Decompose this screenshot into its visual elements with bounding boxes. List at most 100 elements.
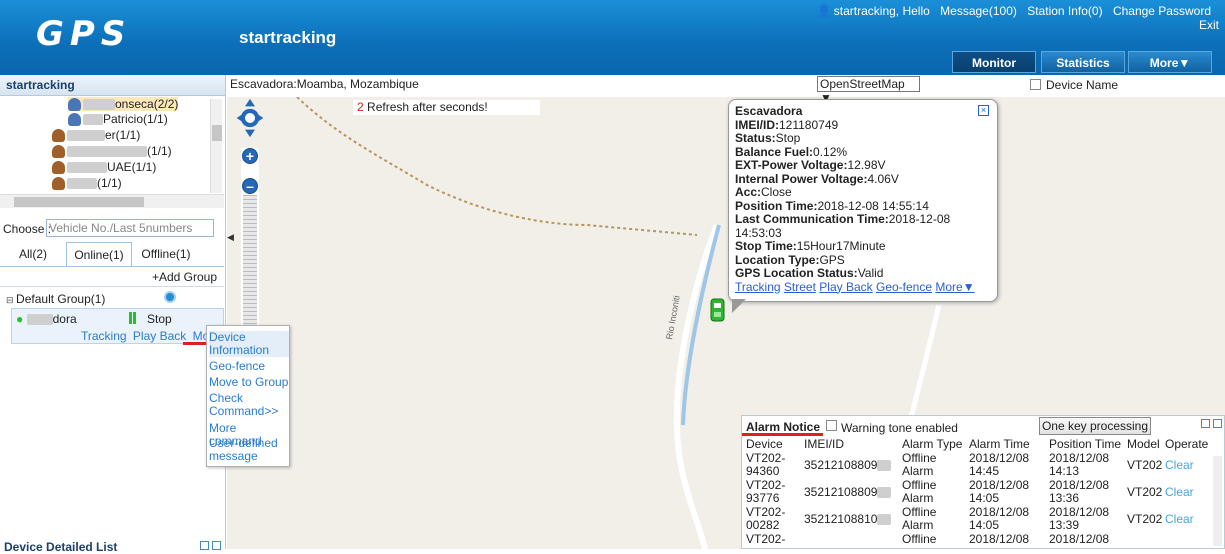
tab-statistics[interactable]: Statistics <box>1041 51 1125 73</box>
dirt-track <box>296 96 698 236</box>
zoom-in-icon[interactable]: + <box>242 148 258 164</box>
map-source-select[interactable]: OpenStreetMap ▼ <box>817 76 920 105</box>
refresh-icon[interactable] <box>164 291 176 303</box>
blurred-text <box>83 114 103 126</box>
device-links: Tracking Play Back More <box>81 329 223 343</box>
group-icon <box>52 129 65 143</box>
street-link[interactable]: Street <box>784 280 816 294</box>
menu-item-user-defined-message[interactable]: User-defined message <box>209 437 287 463</box>
one-key-processing-button[interactable]: One key processing <box>1039 417 1151 435</box>
info-row: Balance Fuel:0.12% <box>735 144 848 159</box>
warning-tone-label: Warning tone enabled <box>841 421 958 435</box>
pan-control-icon[interactable] <box>235 98 265 138</box>
person-icon: ● <box>16 312 24 326</box>
tree-node[interactable]: Patricio(1/1) <box>68 112 168 127</box>
tree-node[interactable]: er(1/1) <box>52 128 140 143</box>
info-row: Status:Stop <box>735 131 801 145</box>
alarm-scrollbar[interactable] <box>1213 456 1222 546</box>
info-title: Escavadora <box>735 104 803 118</box>
vehicle-marker-icon[interactable] <box>710 297 725 323</box>
default-group[interactable]: ⊟ Default Group(1) <box>6 292 105 306</box>
clear-link[interactable]: Clear <box>1165 452 1216 479</box>
device-row[interactable]: ● dora Stop Tracking Play Back More <box>11 308 224 344</box>
table-row: VT202-93776 35212108809 Offline Alarm 2018/… <box>746 479 1216 506</box>
blurred-text <box>26 314 53 326</box>
red-underline <box>183 342 208 345</box>
tab-all[interactable]: All(2) <box>8 242 58 266</box>
tree-node[interactable]: (1/1) <box>52 176 122 191</box>
tracking-link[interactable]: Tracking <box>81 329 127 343</box>
tracking-link[interactable]: Tracking <box>735 280 781 294</box>
geofence-link[interactable]: Geo-fence <box>876 280 932 294</box>
collapse-panel-icon[interactable]: ◀ <box>227 232 235 248</box>
alarm-table: Device IMEI/ID Alarm Type Alarm Time Pos… <box>746 438 1216 547</box>
collapse-icon[interactable]: ⊟ <box>6 295 16 305</box>
device-info-window: × Escavadora IMEI/ID:121180749 Status:St… <box>728 99 998 302</box>
tree-node[interactable]: onseca(2/2) <box>68 97 179 112</box>
more-link[interactable]: More▼ <box>935 280 974 294</box>
device-status: Stop <box>147 312 172 326</box>
tab-monitor[interactable]: Monitor <box>952 51 1036 73</box>
info-window-tail <box>732 299 746 313</box>
table-header: Device IMEI/ID Alarm Type Alarm Time Pos… <box>746 437 1209 451</box>
table-row: VT202-00282 35212108810 Offline Alarm 2018/… <box>746 506 1216 533</box>
info-row: Location Type:GPS <box>735 252 845 267</box>
blurred-text <box>67 130 105 142</box>
menu-item-geo-fence[interactable]: Geo-fence <box>209 360 265 373</box>
blurred-text <box>67 162 107 174</box>
info-row: EXT-Power Voltage:12.98V <box>735 158 886 172</box>
device-name: ● dora <box>16 312 77 326</box>
menu-item-move-to-group[interactable]: Move to Group <box>209 376 288 389</box>
blurred-text <box>67 146 147 158</box>
device-more-menu: Device Information Geo-fence Move to Gro… <box>206 325 290 467</box>
refresh-notice: 2 Refresh after seconds! <box>353 100 540 115</box>
device-name-checkbox[interactable] <box>1030 79 1041 90</box>
close-icon[interactable]: × <box>978 105 989 116</box>
info-row: Acc:Close <box>735 185 792 199</box>
maximize-icon[interactable] <box>1213 419 1222 428</box>
info-row: Stop Time:15Hour17Minute <box>735 239 886 253</box>
tab-offline[interactable]: Offline(1) <box>136 242 196 266</box>
playback-link[interactable]: Play Back <box>819 280 872 294</box>
info-links: Tracking Street Play Back Geo-fence More… <box>735 280 991 295</box>
message-link[interactable]: Message(100) <box>940 4 1017 18</box>
scroll-thumb[interactable] <box>14 197 144 207</box>
menu-item-check-command[interactable]: Check Command>> <box>209 392 279 418</box>
tree-node[interactable]: (1/1) <box>52 144 172 159</box>
map-toolbar: Escavadora:Moamba, Mozambique OpenStreet… <box>227 75 1225 105</box>
vehicle-search-input[interactable]: Vehicle No./Last 5numbers <box>46 219 214 237</box>
divider <box>0 286 224 287</box>
add-group-button[interactable]: +Add Group <box>152 270 217 284</box>
user-greeting: startracking, Hello <box>833 4 930 18</box>
warning-tone-checkbox[interactable] <box>826 420 837 431</box>
playback-link[interactable]: Play Back <box>133 329 186 343</box>
minimize-icon[interactable] <box>1201 419 1210 428</box>
alarm-notice-panel: Alarm Notice Warning tone enabled One ke… <box>741 415 1225 549</box>
exit-link[interactable]: Exit <box>1199 18 1219 32</box>
device-detailed-list-label: Device Detailed List <box>4 540 118 554</box>
tab-more[interactable]: More▼ <box>1128 51 1212 73</box>
blurred-text <box>83 99 115 111</box>
clear-link[interactable]: Clear <box>1165 479 1216 506</box>
left-panel: startracking onseca(2/2) Patricio(1/1) e… <box>0 75 226 554</box>
info-row: Internal Power Voltage:4.06V <box>735 171 899 186</box>
tree-horizontal-scrollbar[interactable] <box>0 194 224 208</box>
location-label: Escavadora:Moamba, Mozambique <box>230 77 419 91</box>
divider <box>0 266 224 267</box>
clear-link[interactable]: Clear <box>1165 506 1216 533</box>
red-underline <box>742 433 823 436</box>
user-icon <box>68 113 81 127</box>
tree-vertical-scrollbar[interactable] <box>210 99 222 193</box>
map-area[interactable]: Rio Inconiti Escavadora:Moamba, Mozambiq… <box>227 75 1225 549</box>
top-links: 👤 startracking, Hello Message(100) Statio… <box>810 4 1211 18</box>
top-header: GPS startracking 👤 startracking, Hello Me… <box>0 0 1225 75</box>
scroll-thumb[interactable] <box>212 125 222 141</box>
change-password-link[interactable]: Change Password <box>1113 4 1211 18</box>
menu-item-device-information[interactable]: Device Information <box>209 331 289 357</box>
station-info-link[interactable]: Station Info(0) <box>1027 4 1102 18</box>
user-icon: 👤 <box>816 4 832 18</box>
tab-online[interactable]: Online(1) <box>66 242 132 266</box>
zoom-out-icon[interactable]: – <box>242 178 258 194</box>
info-row: IMEI/ID:121180749 <box>735 117 839 132</box>
tree-node[interactable]: UAE(1/1) <box>52 160 156 175</box>
